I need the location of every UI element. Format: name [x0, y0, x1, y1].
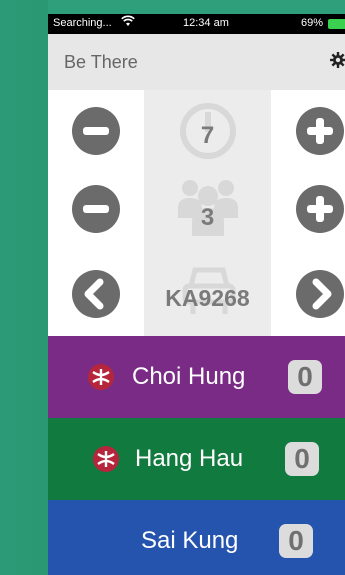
station-name: Sai Kung [141, 527, 239, 554]
station-row-sai-kung[interactable]: Sai Kung 0 [48, 500, 345, 575]
station-row-hang-hau[interactable]: Hang Hau 0 [48, 418, 345, 500]
route-value: KA9268 [165, 285, 250, 311]
carrier-status: Searching... [53, 17, 112, 29]
minus-icon [83, 127, 109, 135]
battery-percent: 69% [301, 17, 324, 29]
station-count: 0 [285, 442, 319, 476]
chevron-right-icon [312, 278, 332, 310]
increase-minutes-button[interactable] [296, 107, 344, 155]
background-strip [0, 0, 48, 575]
increase-people-button[interactable] [296, 185, 344, 233]
plus-icon [307, 196, 333, 222]
previous-route-button[interactable] [72, 270, 120, 318]
plus-icon [307, 118, 333, 144]
battery-icon [328, 19, 345, 29]
wifi-icon [121, 15, 135, 30]
station-name: Choi Hung [132, 363, 246, 390]
control-panel: 7 3 KA9268 [48, 90, 345, 336]
clock: 12:34 am [183, 17, 229, 29]
people-value: 3 [200, 204, 215, 231]
station-count: 0 [279, 524, 313, 558]
decrease-minutes-button[interactable] [72, 107, 120, 155]
status-bar: Searching... 12:34 am 69% [48, 14, 345, 34]
mtr-logo-icon [93, 446, 119, 472]
next-route-button[interactable] [296, 270, 344, 318]
app-header: Be There [48, 34, 345, 91]
station-name: Hang Hau [135, 445, 244, 472]
minus-icon [83, 205, 109, 213]
top-margin [48, 0, 345, 14]
decrease-people-button[interactable] [72, 185, 120, 233]
station-count: 0 [288, 360, 322, 394]
minutes-value: 7 [200, 122, 215, 149]
chevron-left-icon [84, 278, 104, 310]
mtr-logo-icon [88, 364, 114, 390]
phone-screen: Searching... 12:34 am 69% Be There 7 3 K… [48, 0, 345, 575]
station-row-choi-hung[interactable]: Choi Hung 0 [48, 336, 345, 418]
app-title: Be There [64, 52, 138, 72]
gear-icon[interactable] [330, 52, 345, 68]
